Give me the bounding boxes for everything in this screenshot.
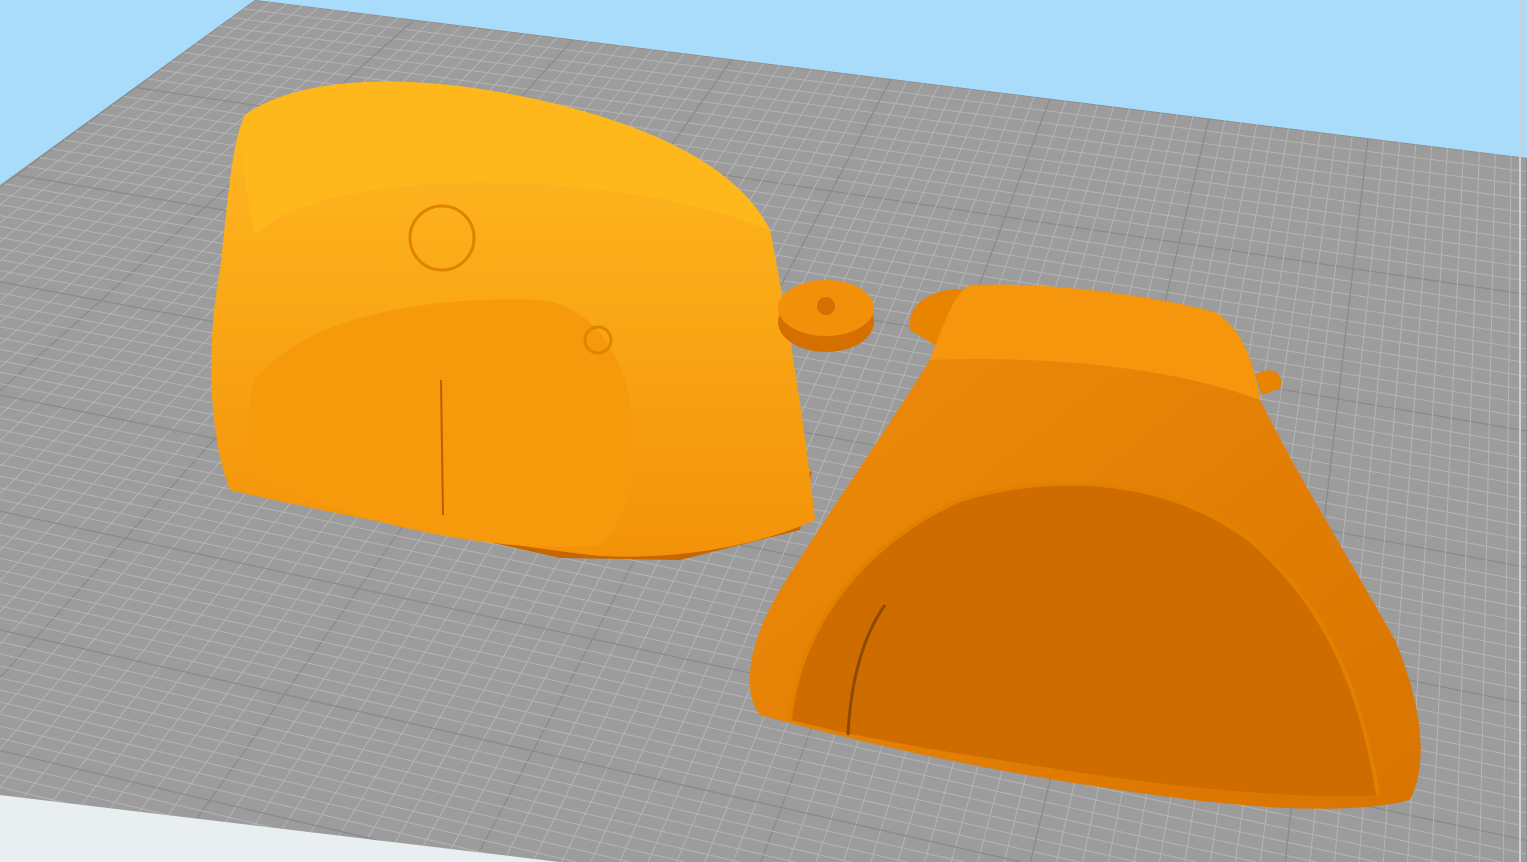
- 3d-viewport[interactable]: [0, 0, 1527, 862]
- disc-center-hole: [817, 297, 835, 315]
- model-small-disc[interactable]: [778, 280, 874, 352]
